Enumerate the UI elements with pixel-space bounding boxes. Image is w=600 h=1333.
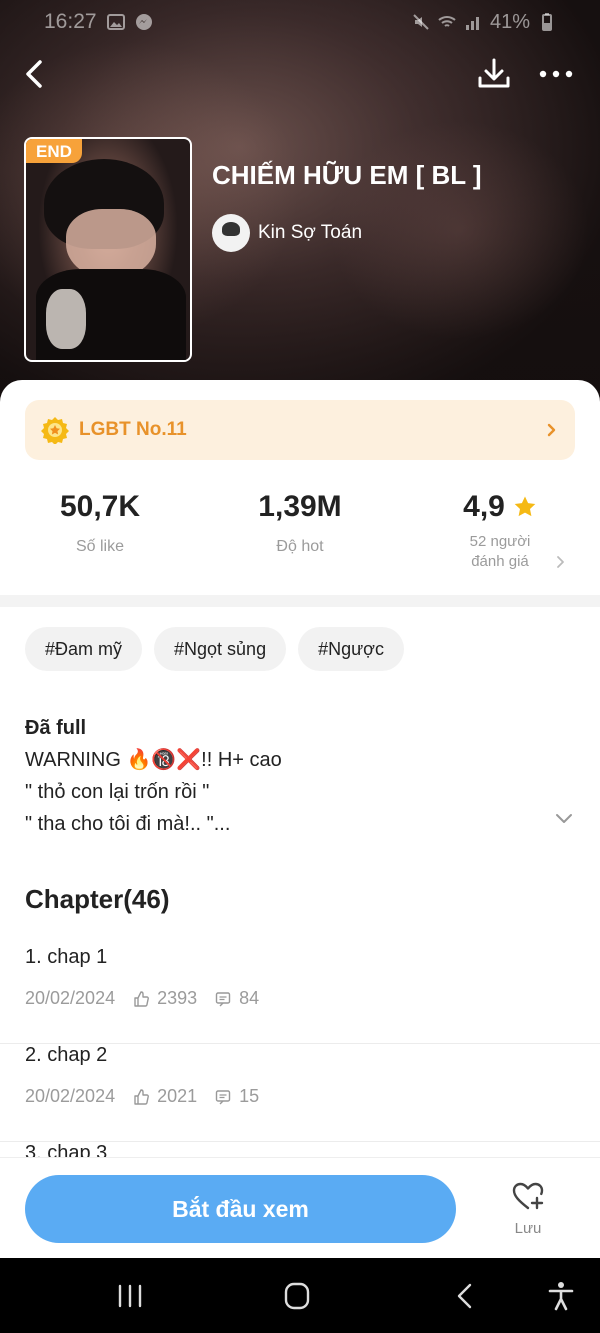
likes-label: Số like — [75, 538, 125, 555]
chapter-title: 2. chap 2 — [25, 1044, 108, 1066]
chevron-down-icon[interactable] — [555, 813, 573, 825]
tag-chip[interactable]: #Ngược — [298, 627, 404, 671]
likes-stat: 50,7K Số like — [0, 490, 200, 556]
save-button[interactable]: Lưu — [500, 1180, 556, 1237]
start-reading-button[interactable]: Bắt đầu xem — [25, 1175, 456, 1243]
chapter-item[interactable]: 1. chap 1 20/02/2024 2393 84 — [0, 946, 600, 1044]
description-line: " thỏ con lại trốn rồi " — [25, 781, 210, 803]
book-cover[interactable]: END — [24, 137, 192, 362]
top-navigation — [0, 52, 600, 96]
detail-sheet: LGBT No.11 50,7K Số like 1,39M Độ hot 4,… — [0, 380, 600, 1260]
rating-label-line2: đánh giá — [471, 553, 529, 570]
tag-chip[interactable]: #Đam mỹ — [25, 627, 143, 671]
chapter-meta: 20/02/2024 2021 15 — [25, 1086, 277, 1107]
star-icon — [514, 496, 536, 517]
chevron-right-icon[interactable] — [556, 555, 566, 569]
description[interactable]: Đã full WARNING 🔥🔞❌!! H+ cao " thỏ con l… — [25, 712, 565, 840]
chapter-item[interactable]: 2. chap 2 20/02/2024 2021 15 — [0, 1044, 600, 1142]
mute-icon — [413, 14, 429, 30]
wifi-icon — [438, 16, 456, 27]
chapter-comments: 84 — [239, 988, 260, 1008]
rating-count-label: 52 người đánh giá — [400, 532, 600, 572]
chapter-likes: 2021 — [157, 1086, 198, 1106]
system-nav-bar — [0, 1258, 600, 1333]
download-icon[interactable] — [476, 56, 512, 92]
save-label: Lưu — [514, 1220, 542, 1237]
likes-value: 50,7K — [59, 490, 141, 523]
chapter-likes: 2393 — [157, 988, 198, 1008]
tag-chip[interactable]: #Ngọt sủng — [154, 627, 287, 671]
messenger-icon — [135, 14, 152, 30]
description-heading: Đã full — [25, 717, 87, 739]
author-avatar — [212, 214, 250, 252]
hot-stat: 1,39M Độ hot — [200, 490, 400, 556]
description-line: " tha cho tôi đi mà!.. "... — [25, 813, 231, 835]
tag-list: #Đam mỹ #Ngọt sủng #Ngược — [25, 627, 404, 671]
action-bar: Bắt đầu xem Lưu — [0, 1157, 600, 1258]
ranking-banner[interactable]: LGBT No.11 — [25, 400, 575, 460]
comment-icon — [215, 1089, 231, 1104]
hot-value: 1,39M — [258, 490, 342, 523]
battery-icon — [542, 13, 552, 31]
chevron-right-icon — [547, 423, 556, 437]
author-row[interactable]: Kin Sợ Toán — [212, 214, 362, 252]
more-icon[interactable] — [538, 56, 574, 92]
thumbs-up-icon — [134, 1088, 150, 1105]
stats-row: 50,7K Số like 1,39M Độ hot 4,9 52 người … — [0, 490, 600, 590]
rating-label-line1: 52 người — [469, 533, 531, 550]
gallery-icon — [106, 14, 125, 30]
cover-art-shape — [46, 289, 86, 349]
chapter-date: 20/02/2024 — [25, 1086, 116, 1106]
rating-value: 4,9 — [463, 490, 505, 523]
description-line: WARNING 🔥🔞❌!! H+ cao — [25, 749, 282, 771]
chapter-title: 1. chap 1 — [25, 946, 108, 968]
signal-icon — [465, 17, 479, 30]
back-icon[interactable] — [449, 1280, 483, 1312]
heart-plus-icon — [512, 1182, 544, 1210]
chapter-meta: 20/02/2024 2393 84 — [25, 988, 277, 1009]
medal-icon — [41, 417, 69, 444]
comment-icon — [215, 991, 231, 1006]
accessibility-icon[interactable] — [544, 1280, 578, 1312]
rating-stat[interactable]: 4,9 52 người đánh giá — [400, 490, 600, 572]
section-divider — [0, 595, 600, 607]
chapter-heading: Chapter(46) — [25, 884, 170, 914]
hot-label: Độ hot — [276, 538, 324, 555]
battery-percent: 41% — [489, 10, 530, 33]
back-arrow-icon[interactable] — [20, 56, 52, 92]
home-icon[interactable] — [280, 1280, 314, 1312]
status-bar: 16:27 41% — [0, 0, 600, 44]
chapter-comments: 15 — [239, 1086, 260, 1106]
thumbs-up-icon — [134, 990, 150, 1007]
author-name: Kin Sợ Toán — [258, 222, 363, 243]
rating-value-wrap: 4,9 — [463, 490, 537, 524]
ranking-label: LGBT No.11 — [79, 419, 187, 440]
status-time: 16:27 — [44, 10, 97, 33]
end-badge: END — [26, 139, 82, 163]
chapter-date: 20/02/2024 — [25, 988, 116, 1008]
book-title: CHIẾM HỮU EM [ BL ] — [212, 160, 482, 190]
recent-apps-icon[interactable] — [113, 1280, 147, 1312]
